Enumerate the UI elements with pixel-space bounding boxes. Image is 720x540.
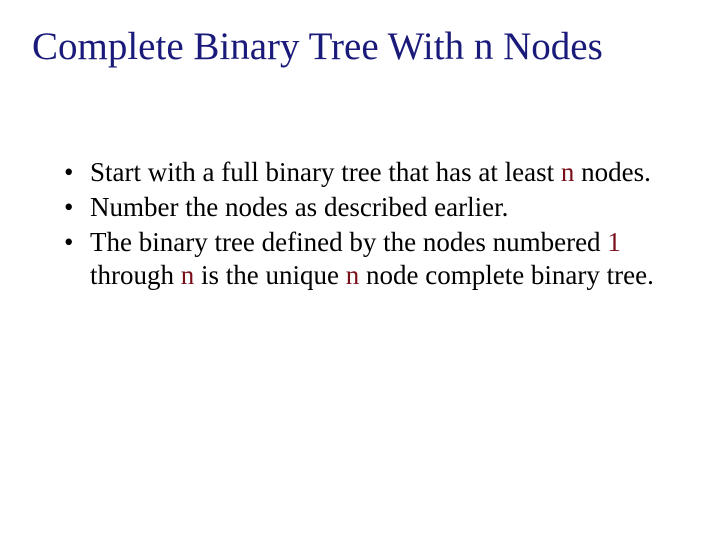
slide-body: Start with a full binary tree that has a… xyxy=(60,156,660,294)
keyword-n: n xyxy=(181,260,195,290)
bullet-item: Start with a full binary tree that has a… xyxy=(60,156,660,189)
slide: Complete Binary Tree With n Nodes Start … xyxy=(0,0,720,540)
bullet-item: Number the nodes as described earlier. xyxy=(60,191,660,224)
keyword-n: n xyxy=(346,260,360,290)
bullet-text: nodes. xyxy=(574,157,651,187)
slide-title: Complete Binary Tree With n Nodes xyxy=(32,26,700,69)
keyword-n: n xyxy=(561,157,575,187)
bullet-text: The binary tree defined by the nodes num… xyxy=(90,227,607,257)
bullet-text: is the unique xyxy=(194,260,345,290)
bullet-item: The binary tree defined by the nodes num… xyxy=(60,226,660,292)
bullet-text: node complete binary tree. xyxy=(359,260,654,290)
bullet-text: Number the nodes as described earlier. xyxy=(90,192,508,222)
bullet-text: Start with a full binary tree that has a… xyxy=(90,157,561,187)
bullet-list: Start with a full binary tree that has a… xyxy=(60,156,660,292)
keyword-1: 1 xyxy=(607,227,621,257)
bullet-text: through xyxy=(90,260,181,290)
